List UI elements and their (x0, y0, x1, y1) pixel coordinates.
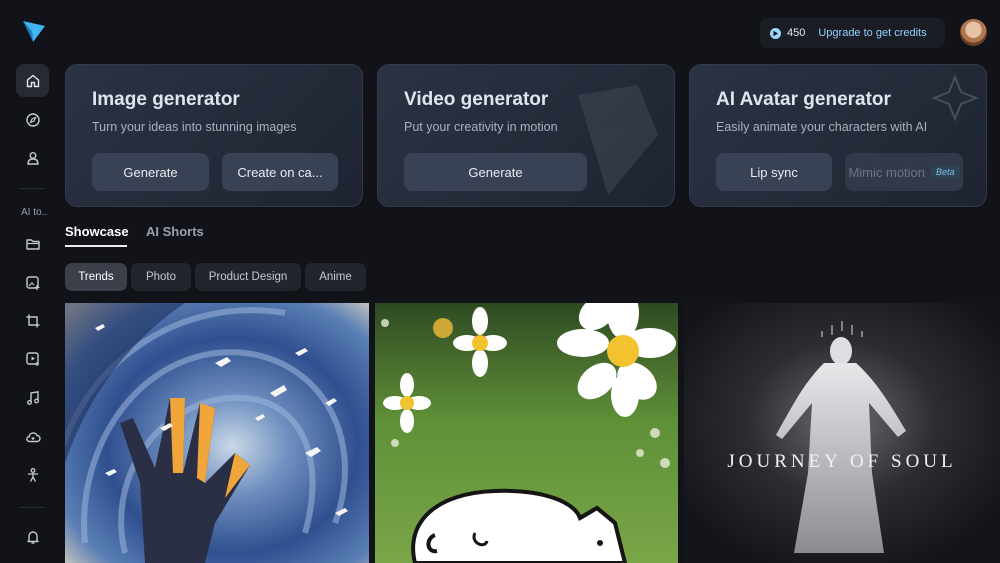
journey-of-soul-text: JOURNEY OF SOUL (727, 451, 956, 472)
lip-sync-button[interactable]: Lip sync (716, 153, 832, 191)
avatar[interactable] (960, 19, 987, 46)
hand-vortex-image (65, 303, 369, 563)
filter-product-design[interactable]: Product Design (195, 263, 301, 291)
folder-icon[interactable] (16, 227, 49, 260)
filter-anime[interactable]: Anime (305, 263, 366, 291)
upgrade-link[interactable]: Upgrade to get credits (818, 27, 926, 39)
tab-showcase[interactable]: Showcase (65, 224, 129, 239)
avatar-generator-card[interactable]: AI Avatar generator Easily animate your … (689, 64, 987, 207)
cloud-icon[interactable] (16, 420, 49, 453)
home-icon[interactable] (16, 64, 49, 97)
tab-ai-shorts[interactable]: AI Shorts (146, 224, 204, 239)
filter-trends[interactable]: Trends (65, 263, 127, 291)
profile-icon[interactable] (16, 141, 49, 174)
create-on-canvas-button[interactable]: Create on ca... (222, 153, 338, 191)
crop-icon[interactable] (16, 304, 49, 337)
beta-badge: Beta (931, 166, 960, 178)
daisy-cat-image (375, 303, 678, 563)
image-generator-card[interactable]: Image generator Turn your ideas into stu… (65, 64, 363, 207)
video-icon[interactable] (16, 342, 49, 375)
generate-image-button[interactable]: Generate (92, 153, 209, 191)
sidebar-divider (20, 188, 44, 189)
card-title: Video generator (404, 89, 549, 110)
card-subtitle: Turn your ideas into stunning images (92, 120, 297, 134)
credits-pill[interactable]: 450 Upgrade to get credits (760, 18, 945, 48)
explore-icon[interactable] (16, 103, 49, 136)
gallery-item-daisy-cat[interactable] (375, 303, 678, 563)
credits-icon (770, 27, 781, 39)
gallery-item-hand-vortex[interactable] (65, 303, 369, 563)
mimic-motion-button[interactable]: Mimic motion Beta (845, 153, 963, 191)
filter-photo[interactable]: Photo (131, 263, 191, 291)
app-logo[interactable] (21, 18, 47, 44)
generate-video-button[interactable]: Generate (404, 153, 587, 191)
image-edit-icon[interactable] (16, 266, 49, 299)
sidebar: AI to.. (0, 0, 64, 563)
mimic-motion-label: Mimic motion (848, 164, 926, 180)
journey-of-soul-image: JOURNEY OF SOUL (684, 303, 1000, 563)
credits-amount: 450 (787, 27, 806, 39)
sparkle-decoration-icon (931, 74, 979, 122)
active-tab-indicator (65, 245, 127, 247)
card-title: Image generator (92, 89, 240, 110)
music-icon[interactable] (16, 381, 49, 414)
gallery-item-journey-of-soul[interactable]: JOURNEY OF SOUL (684, 303, 1000, 563)
bell-icon[interactable] (16, 520, 49, 553)
card-subtitle: Easily animate your characters with AI (716, 120, 928, 134)
card-title: AI Avatar generator (716, 89, 891, 110)
sidebar-section-label: AI to.. (21, 207, 48, 218)
character-icon[interactable] (16, 458, 49, 491)
video-generator-card[interactable]: Video generator Put your creativity in m… (377, 64, 675, 207)
card-subtitle: Put your creativity in motion (404, 120, 558, 134)
sidebar-divider (20, 507, 44, 508)
